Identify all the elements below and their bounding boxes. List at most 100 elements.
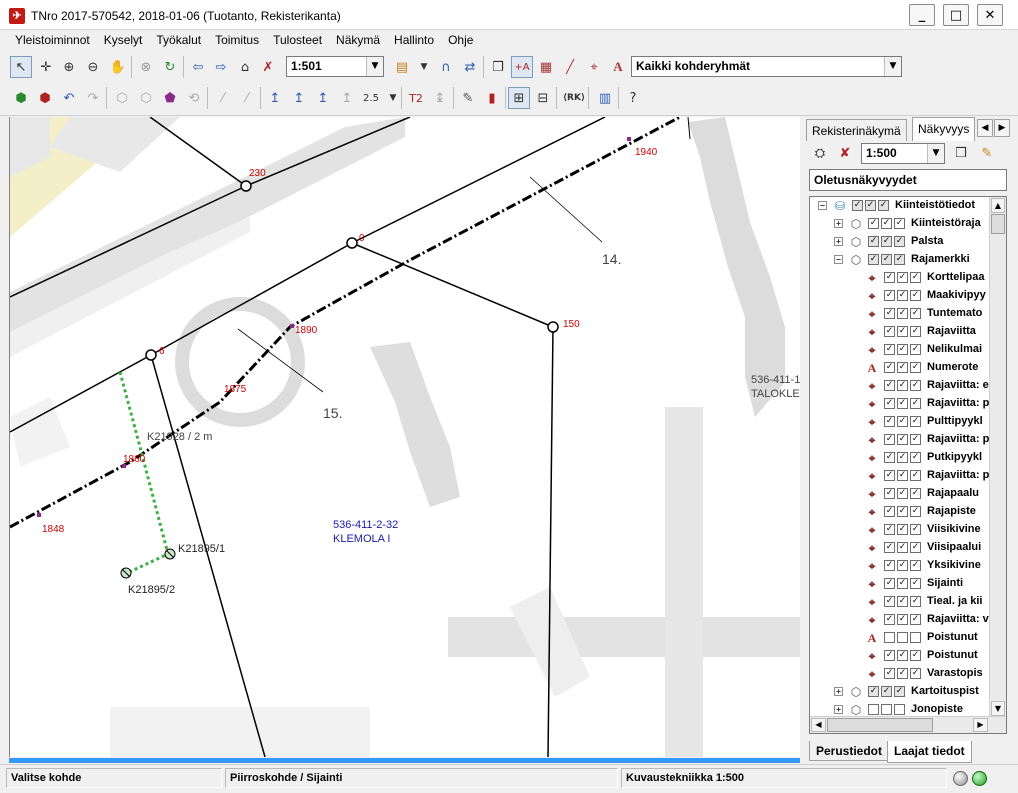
tree-item[interactable]: ⌖ ✓ ✓ ✓ Rajaviitta: p [810,395,990,413]
select-arrow-icon[interactable]: ↖ [10,56,32,78]
visibility-checkbox[interactable] [881,704,892,715]
visibility-checkbox[interactable]: ✓ [868,218,879,229]
tree-item[interactable]: A Poistunut [810,629,988,647]
scale-select[interactable]: 1:501 ▼ [286,56,384,77]
visibility-checkbox[interactable]: ✓ [884,416,895,427]
visibility-checkbox[interactable]: ✓ [884,506,895,517]
scroll-right-icon[interactable]: ▶ [973,718,988,732]
tree-item[interactable]: ⌖ ✓ ✓ ✓ Rajapaalu [810,485,988,503]
visibility-checkbox[interactable]: ✓ [884,578,895,589]
visibility-checkbox[interactable] [868,704,879,715]
tab-perustiedot[interactable]: Perustiedot [809,741,890,761]
visibility-checkbox[interactable]: ✓ [868,254,879,265]
tree-item[interactable]: + ⬡ ✓ ✓ ✓ Kartoituspist [810,683,988,701]
menu-hallinto[interactable]: Hallinto [387,33,441,47]
home-icon[interactable]: ⌂ [234,56,256,78]
visibility-checkbox[interactable]: ✓ [884,614,895,625]
menu-ohje[interactable]: Ohje [441,33,480,47]
visibility-checkbox[interactable]: ✓ [897,524,908,535]
visibility-checkbox[interactable]: ✓ [884,452,895,463]
line-break-icon[interactable]: ⁄ [212,87,234,109]
close-button[interactable]: ✕ [977,4,1003,26]
magnet-icon[interactable]: ∩ [435,56,457,78]
visibility-checkbox[interactable]: ✓ [881,218,892,229]
visibility-checkbox[interactable]: ✓ [897,344,908,355]
menu-kyselyt[interactable]: Kyselyt [97,33,150,47]
layer-tree[interactable]: − ⛁ ✓ ✓ ✓ Kiinteistötiedot + ⬡ ✓ ✓ ✓ Kiinteistöraja… [809,196,1007,734]
report-icon[interactable]: ▥ [594,87,616,109]
stop-icon[interactable]: ⊗ [135,56,157,78]
tree-item[interactable]: + ⬡ ✓ ✓ ✓ Palsta [810,233,988,251]
tab-laajat-tiedot[interactable]: Laajat tiedot [887,741,972,763]
map-canvas[interactable]: 230 0 150 6 1940 1890 1875 1860 1848 14.… [9,117,800,757]
scroll-up-icon[interactable]: ▲ [991,198,1005,213]
merge-area-icon[interactable]: ⬡ [135,87,157,109]
visibility-checkbox[interactable]: ✓ [878,200,889,211]
visibility-checkbox[interactable]: ✓ [910,308,921,319]
visibility-checkbox[interactable]: ✓ [910,470,921,481]
layer-hide-icon[interactable]: ✘ [834,142,856,164]
visibility-checkbox[interactable]: ✓ [884,308,895,319]
panel-paint-icon[interactable]: ✎ [976,142,998,164]
line-join-icon[interactable]: ⁄ [236,87,258,109]
undo-icon[interactable]: ↶ [58,87,80,109]
tree-item[interactable]: ⌖ ✓ ✓ ✓ Nelikulmai [810,341,988,359]
crosshair-select-icon[interactable]: ✛ [35,56,57,78]
edit-brush-icon[interactable]: ✎ [457,87,479,109]
delete-object-icon[interactable]: ⬢ [34,87,56,109]
hscroll-thumb[interactable] [827,718,933,732]
chevron-down-icon[interactable]: ▼ [366,57,383,76]
collapse-icon[interactable]: − [834,255,843,264]
maximize-button[interactable]: □ [943,4,969,26]
visibility-checkbox[interactable]: ✓ [884,668,895,679]
visibility-checkbox[interactable]: ✓ [884,488,895,499]
expand-icon[interactable]: + [834,705,843,714]
eraser-icon[interactable]: ▮ [481,87,503,109]
visibility-checkbox[interactable]: ✓ [881,236,892,247]
hatch-fill-icon[interactable]: ▦ [535,56,557,78]
visibility-checkbox[interactable]: ✓ [894,236,905,247]
visibility-checkbox[interactable]: ✓ [910,272,921,283]
menu-nakyma[interactable]: Näkymä [329,33,387,47]
visibility-checkbox[interactable]: ✓ [884,272,895,283]
collapse-icon[interactable]: − [818,201,827,210]
visibility-checkbox[interactable]: ✓ [897,506,908,517]
visibility-checkbox[interactable]: ✓ [897,326,908,337]
visibility-checkbox[interactable]: ✓ [910,614,921,625]
visibility-checkbox[interactable]: ✓ [910,452,921,463]
point-move-icon[interactable]: ↥ [264,87,286,109]
menu-tyokalut[interactable]: Työkalut [149,33,208,47]
split-area-icon[interactable]: ⬡ [111,87,133,109]
point-offset-icon[interactable]: 2.5 [360,87,382,109]
visibility-checkbox[interactable]: ✓ [910,326,921,337]
visibility-checkbox[interactable]: ✓ [897,614,908,625]
tree-item[interactable]: ⌖ ✓ ✓ ✓ Rajaviitta: p [810,467,990,485]
measure-icon[interactable]: ✗ [257,56,279,78]
visibility-checkbox[interactable]: ✓ [881,254,892,265]
visibility-checkbox[interactable]: ✓ [897,542,908,553]
split-view-icon[interactable]: ⊟ [532,87,554,109]
visibility-checkbox[interactable]: ✓ [897,650,908,661]
back-arrow-icon[interactable]: ⇦ [187,56,209,78]
pan-hand-icon[interactable]: ✋ [107,56,129,78]
redo-icon[interactable]: ↷ [82,87,104,109]
expand-icon[interactable]: + [834,687,843,696]
visibility-checkbox[interactable]: ✓ [897,290,908,301]
tree-item[interactable]: ⌖ ✓ ✓ ✓ Viisikivine [810,521,988,539]
visibility-checkbox[interactable]: ✓ [910,380,921,391]
minimize-button[interactable]: _ [909,4,935,26]
visibility-checkbox[interactable] [894,704,905,715]
visibility-checkbox[interactable]: ✓ [897,272,908,283]
visibility-checkbox[interactable]: ✓ [910,398,921,409]
visibility-checkbox[interactable]: ✓ [897,560,908,571]
scroll-thumb[interactable] [991,214,1005,234]
rk-tool-icon[interactable]: ⟨RK⟩ [563,87,585,109]
text-move-icon[interactable]: ↨ [429,87,451,109]
refresh-icon[interactable]: ↻ [159,56,181,78]
tab-scroll-left-icon[interactable]: ◀ [977,119,993,137]
visibility-checkbox[interactable]: ✓ [884,380,895,391]
visibility-checkbox[interactable]: ✓ [868,236,879,247]
visibility-checkbox[interactable]: ✓ [910,416,921,427]
visibility-checkbox[interactable]: ✓ [910,596,921,607]
visibility-checkbox[interactable]: ✓ [884,434,895,445]
